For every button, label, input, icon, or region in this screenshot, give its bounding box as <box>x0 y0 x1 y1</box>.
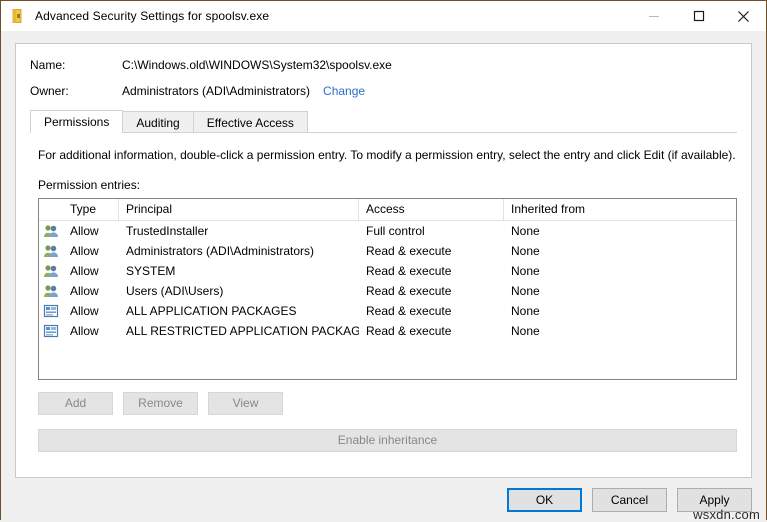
tab-auditing[interactable]: Auditing <box>122 111 193 133</box>
cell-inherited-from: None <box>504 321 736 341</box>
owner-label: Owner: <box>30 84 122 98</box>
tab-effective-access-label: Effective Access <box>207 116 294 130</box>
owner-row: Owner: Administrators (ADI\Administrator… <box>30 84 751 98</box>
cell-type: Allow <box>63 261 119 281</box>
close-icon[interactable] <box>721 1 766 31</box>
cell-access: Read & execute <box>359 261 504 281</box>
app-package-icon <box>39 323 63 339</box>
app-package-icon <box>39 303 63 319</box>
tab-permissions-label: Permissions <box>44 115 109 129</box>
ok-button[interactable]: OK <box>507 488 582 512</box>
name-value: C:\Windows.old\WINDOWS\System32\spoolsv.… <box>122 58 392 72</box>
cell-type: Allow <box>63 241 119 261</box>
cell-principal: ALL APPLICATION PACKAGES <box>119 301 359 321</box>
cell-principal: TrustedInstaller <box>119 221 359 241</box>
column-header-access[interactable]: Access <box>359 199 504 220</box>
tab-effective-access[interactable]: Effective Access <box>193 111 308 133</box>
cell-access: Read & execute <box>359 301 504 321</box>
folder-security-icon <box>10 8 26 24</box>
column-header-icon <box>39 199 63 220</box>
cell-type: Allow <box>63 281 119 301</box>
name-row: Name: C:\Windows.old\WINDOWS\System32\sp… <box>30 58 751 72</box>
listview-header: Type Principal Access Inherited from <box>39 199 736 221</box>
table-row[interactable]: Allow ALL RESTRICTED APPLICATION PACKAGE… <box>39 321 736 341</box>
title-bar: Advanced Security Settings for spoolsv.e… <box>1 1 766 31</box>
change-owner-link[interactable]: Change <box>323 84 365 98</box>
apply-button[interactable]: Apply <box>677 488 752 512</box>
table-row[interactable]: Allow Administrators (ADI\Administrators… <box>39 241 736 261</box>
window-title: Advanced Security Settings for spoolsv.e… <box>35 9 269 23</box>
permission-action-buttons: Add Remove View <box>38 392 737 415</box>
caption-buttons <box>631 1 766 31</box>
cell-inherited-from: None <box>504 301 736 321</box>
users-icon <box>39 223 63 239</box>
cell-access: Read & execute <box>359 321 504 341</box>
cell-principal: ALL RESTRICTED APPLICATION PACKAGES <box>119 321 359 341</box>
table-row[interactable]: Allow TrustedInstaller Full control None <box>39 221 736 241</box>
permissions-description: For additional information, double-click… <box>38 148 737 162</box>
listview-body: Allow TrustedInstaller Full control None… <box>39 221 736 341</box>
cell-type: Allow <box>63 221 119 241</box>
permission-entries-listview[interactable]: Type Principal Access Inherited from All… <box>38 198 737 380</box>
name-label: Name: <box>30 58 122 72</box>
file-info: Name: C:\Windows.old\WINDOWS\System32\sp… <box>16 44 751 98</box>
cell-access: Read & execute <box>359 281 504 301</box>
users-icon <box>39 283 63 299</box>
column-header-inherited-from[interactable]: Inherited from <box>504 199 736 220</box>
remove-button[interactable]: Remove <box>123 392 198 415</box>
table-row[interactable]: Allow Users (ADI\Users) Read & execute N… <box>39 281 736 301</box>
users-icon <box>39 263 63 279</box>
owner-value: Administrators (ADI\Administrators) <box>122 84 310 98</box>
view-button[interactable]: View <box>208 392 283 415</box>
inheritance-button-row: Enable inheritance <box>38 429 737 452</box>
users-icon <box>39 243 63 259</box>
cell-inherited-from: None <box>504 261 736 281</box>
cancel-button[interactable]: Cancel <box>592 488 667 512</box>
column-header-principal[interactable]: Principal <box>119 199 359 220</box>
dialog-footer: OK Cancel Apply wsxdn.com <box>1 478 766 522</box>
cell-inherited-from: None <box>504 241 736 261</box>
tab-underline <box>30 132 737 133</box>
permissions-tab-body: For additional information, double-click… <box>16 148 751 452</box>
cell-principal: Administrators (ADI\Administrators) <box>119 241 359 261</box>
cell-principal: SYSTEM <box>119 261 359 281</box>
cell-access: Full control <box>359 221 504 241</box>
tab-strip: Permissions Auditing Effective Access <box>30 110 751 133</box>
minimize-icon[interactable] <box>631 1 676 31</box>
tab-permissions[interactable]: Permissions <box>30 110 123 133</box>
content-area: Name: C:\Windows.old\WINDOWS\System32\sp… <box>1 31 766 478</box>
table-row[interactable]: Allow ALL APPLICATION PACKAGES Read & ex… <box>39 301 736 321</box>
settings-panel: Name: C:\Windows.old\WINDOWS\System32\sp… <box>15 43 752 478</box>
cell-type: Allow <box>63 321 119 341</box>
cell-principal: Users (ADI\Users) <box>119 281 359 301</box>
cell-inherited-from: None <box>504 281 736 301</box>
add-button[interactable]: Add <box>38 392 113 415</box>
enable-inheritance-button[interactable]: Enable inheritance <box>38 429 737 452</box>
column-header-type[interactable]: Type <box>63 199 119 220</box>
permission-entries-label: Permission entries: <box>38 178 737 192</box>
tab-auditing-label: Auditing <box>136 116 179 130</box>
maximize-icon[interactable] <box>676 1 721 31</box>
cell-type: Allow <box>63 301 119 321</box>
cell-inherited-from: None <box>504 221 736 241</box>
cell-access: Read & execute <box>359 241 504 261</box>
table-row[interactable]: Allow SYSTEM Read & execute None <box>39 261 736 281</box>
advanced-security-settings-window: Advanced Security Settings for spoolsv.e… <box>0 0 767 520</box>
